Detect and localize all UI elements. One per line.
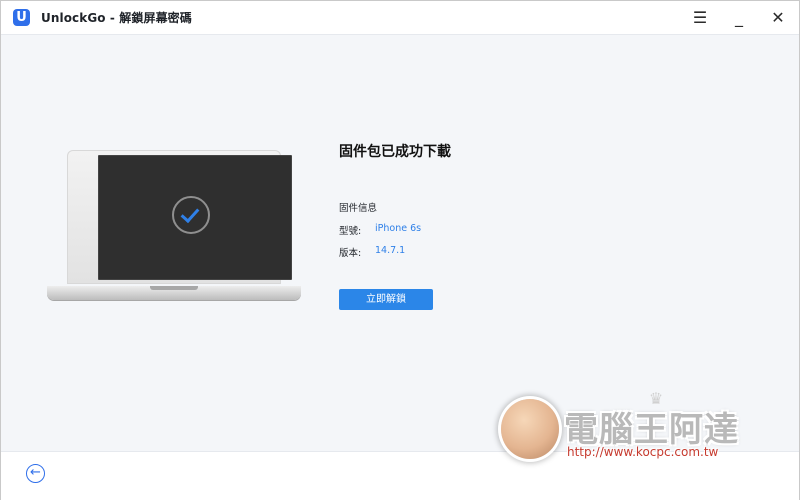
unlockgo-logo-icon: U xyxy=(13,9,30,26)
laptop-screen xyxy=(98,155,292,280)
model-value: iPhone 6s xyxy=(375,223,422,234)
minimize-icon[interactable]: _ xyxy=(730,9,748,27)
model-row: 型號: iPhone 6s xyxy=(339,223,421,237)
laptop-illustration xyxy=(47,150,301,338)
laptop-base xyxy=(47,286,301,300)
window-title: UnlockGo - 解鎖屏幕密碼 xyxy=(41,11,192,25)
firmware-info-title: 固件信息 xyxy=(339,203,378,214)
back-arrow-icon[interactable]: ← xyxy=(26,464,45,483)
main-content: 固件包已成功下載 固件信息 型號: iPhone 6s 版本: 14.7.1 立… xyxy=(1,35,799,451)
success-check-icon xyxy=(172,196,210,234)
window-controls: ☰ _ ✕ xyxy=(691,9,787,27)
laptop-lid xyxy=(67,150,292,284)
laptop-notch xyxy=(150,286,198,290)
page-title: 固件包已成功下載 xyxy=(339,144,451,160)
unlock-now-button[interactable]: 立即解鎖 xyxy=(339,289,433,310)
menu-icon[interactable]: ☰ xyxy=(691,9,709,27)
close-icon[interactable]: ✕ xyxy=(769,9,787,27)
check-icon xyxy=(180,203,200,224)
version-value: 14.7.1 xyxy=(375,245,406,256)
title-bar: U UnlockGo - 解鎖屏幕密碼 ☰ _ ✕ xyxy=(1,1,799,35)
footer-bar: ← xyxy=(1,451,799,500)
version-label: 版本: xyxy=(339,248,362,259)
unlockgo-window: U UnlockGo - 解鎖屏幕密碼 ☰ _ ✕ 固件包已成功下載 固件信息 xyxy=(0,0,800,500)
version-row: 版本: 14.7.1 xyxy=(339,245,405,259)
model-label: 型號: xyxy=(339,226,362,237)
